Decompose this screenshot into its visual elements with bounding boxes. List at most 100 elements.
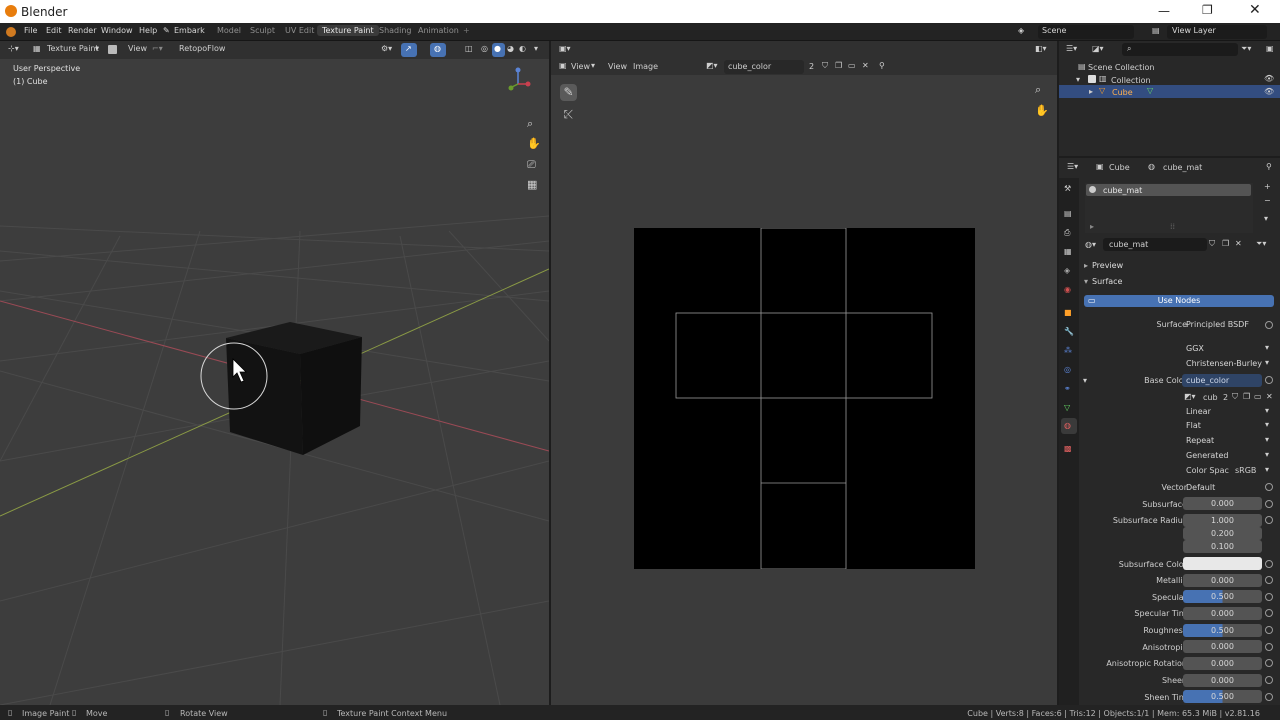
subsurface-radius-x-field[interactable]: 1.000 xyxy=(1183,514,1262,527)
link-type-icon[interactable]: ⏷▾ xyxy=(1256,239,1266,249)
grid-ortho-icon[interactable]: ▦ xyxy=(527,178,537,191)
material-shading-icon[interactable]: ◕ xyxy=(507,44,514,53)
subsurface-socket-icon[interactable] xyxy=(1265,500,1273,508)
zoom-icon[interactable]: ⌕ xyxy=(1035,83,1041,97)
open-image-icon[interactable]: ▭ xyxy=(1254,392,1262,401)
view-toggle-icon[interactable]: ◧▾ xyxy=(1035,44,1047,53)
image-users-count[interactable]: 2 xyxy=(809,62,814,71)
image-canvas[interactable]: ✎ ⤪ ⌕ ✋ xyxy=(551,75,1057,705)
blender-menu-icon[interactable] xyxy=(6,27,16,37)
list-resize-handle[interactable]: ⁞⁞ xyxy=(1170,222,1175,231)
menu-render[interactable]: Render xyxy=(68,26,96,35)
subsurface-radius-z-field[interactable]: 0.100 xyxy=(1183,540,1262,553)
image-menu[interactable]: Image xyxy=(633,62,658,71)
tab-texture-paint[interactable]: Texture Paint xyxy=(317,25,379,36)
filter-icon[interactable]: ⏷▾ xyxy=(1241,44,1251,54)
preview-panel-header[interactable]: Preview xyxy=(1092,261,1123,270)
sample-tool-icon[interactable]: ⤪ xyxy=(560,106,577,123)
constraints-tab-icon[interactable]: ⚭ xyxy=(1064,384,1071,393)
draw-brush-tool-icon[interactable]: ✎ xyxy=(560,84,577,101)
surface-shader-dropdown[interactable]: Principled BSDF xyxy=(1183,318,1274,331)
collection-visibility-icon[interactable]: 👁 xyxy=(1264,74,1274,83)
tab-animation[interactable]: Animation xyxy=(413,25,464,36)
texture-tab-icon[interactable]: ▩ xyxy=(1064,444,1072,453)
gizmo-visibility-icon[interactable]: ⚙▾ xyxy=(381,44,392,53)
surface-panel-chevron-icon[interactable]: ▾ xyxy=(1084,277,1088,286)
hand-pan-icon[interactable]: ✋ xyxy=(1035,104,1049,117)
outliner[interactable]: ☰▾ ◪▾ ⌕ ⏷▾ ▣ ▤ Scene Collection ▾ ▥ Coll… xyxy=(1059,41,1280,156)
subsurface-radius-y-field[interactable]: 0.200 xyxy=(1183,527,1262,540)
editor-type-icon[interactable]: ▣▾ xyxy=(559,44,571,53)
anisotropic-field[interactable]: 0.000 xyxy=(1183,640,1262,653)
duplicate-material-icon[interactable]: ❐ xyxy=(1222,239,1229,248)
physics-tab-icon[interactable]: ◎ xyxy=(1064,365,1071,374)
rendered-shading-icon[interactable]: ◐ xyxy=(519,44,526,53)
vector-dropdown[interactable]: Default xyxy=(1183,481,1274,494)
render-tab-icon[interactable]: ▤ xyxy=(1064,209,1072,218)
subsurface-radius-socket-icon[interactable] xyxy=(1265,516,1273,524)
vector-socket-icon[interactable] xyxy=(1265,483,1273,491)
image-browse-icon[interactable]: ◩▾ xyxy=(706,61,718,70)
collection-checkbox[interactable] xyxy=(1088,75,1096,83)
minimize-icon[interactable]: — xyxy=(1158,4,1170,18)
display-mode-icon[interactable]: ◪▾ xyxy=(1092,44,1104,53)
world-tab-icon[interactable]: ◉ xyxy=(1064,285,1071,294)
hand-pan-icon[interactable]: ✋ xyxy=(527,137,541,150)
mode-selector[interactable]: Texture Paint xyxy=(47,44,99,53)
metallic-socket-icon[interactable] xyxy=(1265,576,1273,584)
fake-user-icon[interactable]: ⛉ xyxy=(822,61,828,71)
add-workspace-icon[interactable]: + xyxy=(463,26,470,35)
base-color-socket-icon[interactable] xyxy=(1265,376,1273,384)
remove-slot-icon[interactable]: − xyxy=(1264,196,1271,205)
close-icon[interactable]: ✕ xyxy=(1249,2,1261,18)
outliner-search-field[interactable] xyxy=(1122,43,1238,56)
tab-shading[interactable]: Shading xyxy=(374,25,417,36)
subsurface-color-socket-icon[interactable] xyxy=(1265,560,1273,568)
shading-options-icon[interactable]: ▾ xyxy=(534,44,538,53)
add-slot-icon[interactable]: + xyxy=(1264,182,1271,191)
surface-socket-icon[interactable] xyxy=(1265,321,1273,329)
editor-type-icon[interactable]: ⊹▾ xyxy=(8,44,19,53)
surface-panel-header[interactable]: Surface xyxy=(1092,277,1122,286)
new-image-icon[interactable]: ❐ xyxy=(1243,392,1250,401)
pin-icon[interactable]: ⚲ xyxy=(1266,162,1272,171)
cube-label[interactable]: Cube xyxy=(1112,88,1133,97)
anisotropic-rotation-field[interactable]: 0.000 xyxy=(1183,657,1262,670)
retopoflow-menu[interactable]: RetopoFlow xyxy=(179,44,225,53)
paint-mask-icon[interactable] xyxy=(108,45,117,54)
fake-user-icon[interactable]: ⛉ xyxy=(1209,239,1215,249)
menu-embark[interactable]: Embark xyxy=(174,26,205,35)
subsurface-method-dropdown[interactable]: Christensen-Burley xyxy=(1183,357,1274,370)
maximize-icon[interactable]: ❐ xyxy=(1202,3,1213,17)
sheen-socket-icon[interactable] xyxy=(1265,676,1273,684)
paint-mode-icon[interactable]: ▣ xyxy=(559,61,567,70)
source-dropdown[interactable]: Generated xyxy=(1183,449,1274,462)
modifier-tab-icon[interactable]: 🔧 xyxy=(1064,327,1074,336)
view-menu[interactable]: View xyxy=(608,62,627,71)
subsurface-field[interactable]: 0.000 xyxy=(1183,497,1262,510)
specular-field[interactable]: 0.500 xyxy=(1183,590,1262,603)
unlink-image-icon[interactable]: ✕ xyxy=(1266,392,1273,401)
menu-file[interactable]: File xyxy=(24,26,37,35)
distribution-dropdown[interactable]: GGX xyxy=(1183,342,1274,355)
menu-help[interactable]: Help xyxy=(139,26,157,35)
interpolation-dropdown[interactable]: Linear xyxy=(1183,405,1274,418)
output-tab-icon[interactable]: ⎙ xyxy=(1064,228,1070,238)
tab-uv-edit[interactable]: UV Edit xyxy=(280,25,319,36)
tab-sculpt[interactable]: Sculpt xyxy=(245,25,280,36)
camera-icon[interactable]: ⎚ xyxy=(527,158,536,172)
use-nodes-button[interactable]: Use Nodes xyxy=(1084,295,1274,307)
tool-tab-icon[interactable]: ⚒ xyxy=(1064,184,1071,193)
scene-tab-icon[interactable]: ◈ xyxy=(1064,266,1070,275)
sheen-tint-socket-icon[interactable] xyxy=(1265,693,1273,701)
open-image-icon[interactable]: ▭ xyxy=(848,61,856,70)
view-layer-tab-icon[interactable]: ▦ xyxy=(1064,247,1072,256)
unlink-image-icon[interactable]: ✕ xyxy=(862,61,869,70)
extension-dropdown[interactable]: Repeat xyxy=(1183,434,1274,447)
anisotropic-rotation-socket-icon[interactable] xyxy=(1265,659,1273,667)
specular-tint-field[interactable]: 0.000 xyxy=(1183,607,1262,620)
projection-dropdown[interactable]: Flat xyxy=(1183,419,1274,432)
list-expand-icon[interactable]: ▸ xyxy=(1090,222,1094,231)
xray-icon[interactable]: ◫ xyxy=(465,44,473,53)
3d-viewport[interactable]: ⊹▾ ▦ Texture Paint ▾ View ⌐▾ RetopoFlow … xyxy=(0,41,549,705)
